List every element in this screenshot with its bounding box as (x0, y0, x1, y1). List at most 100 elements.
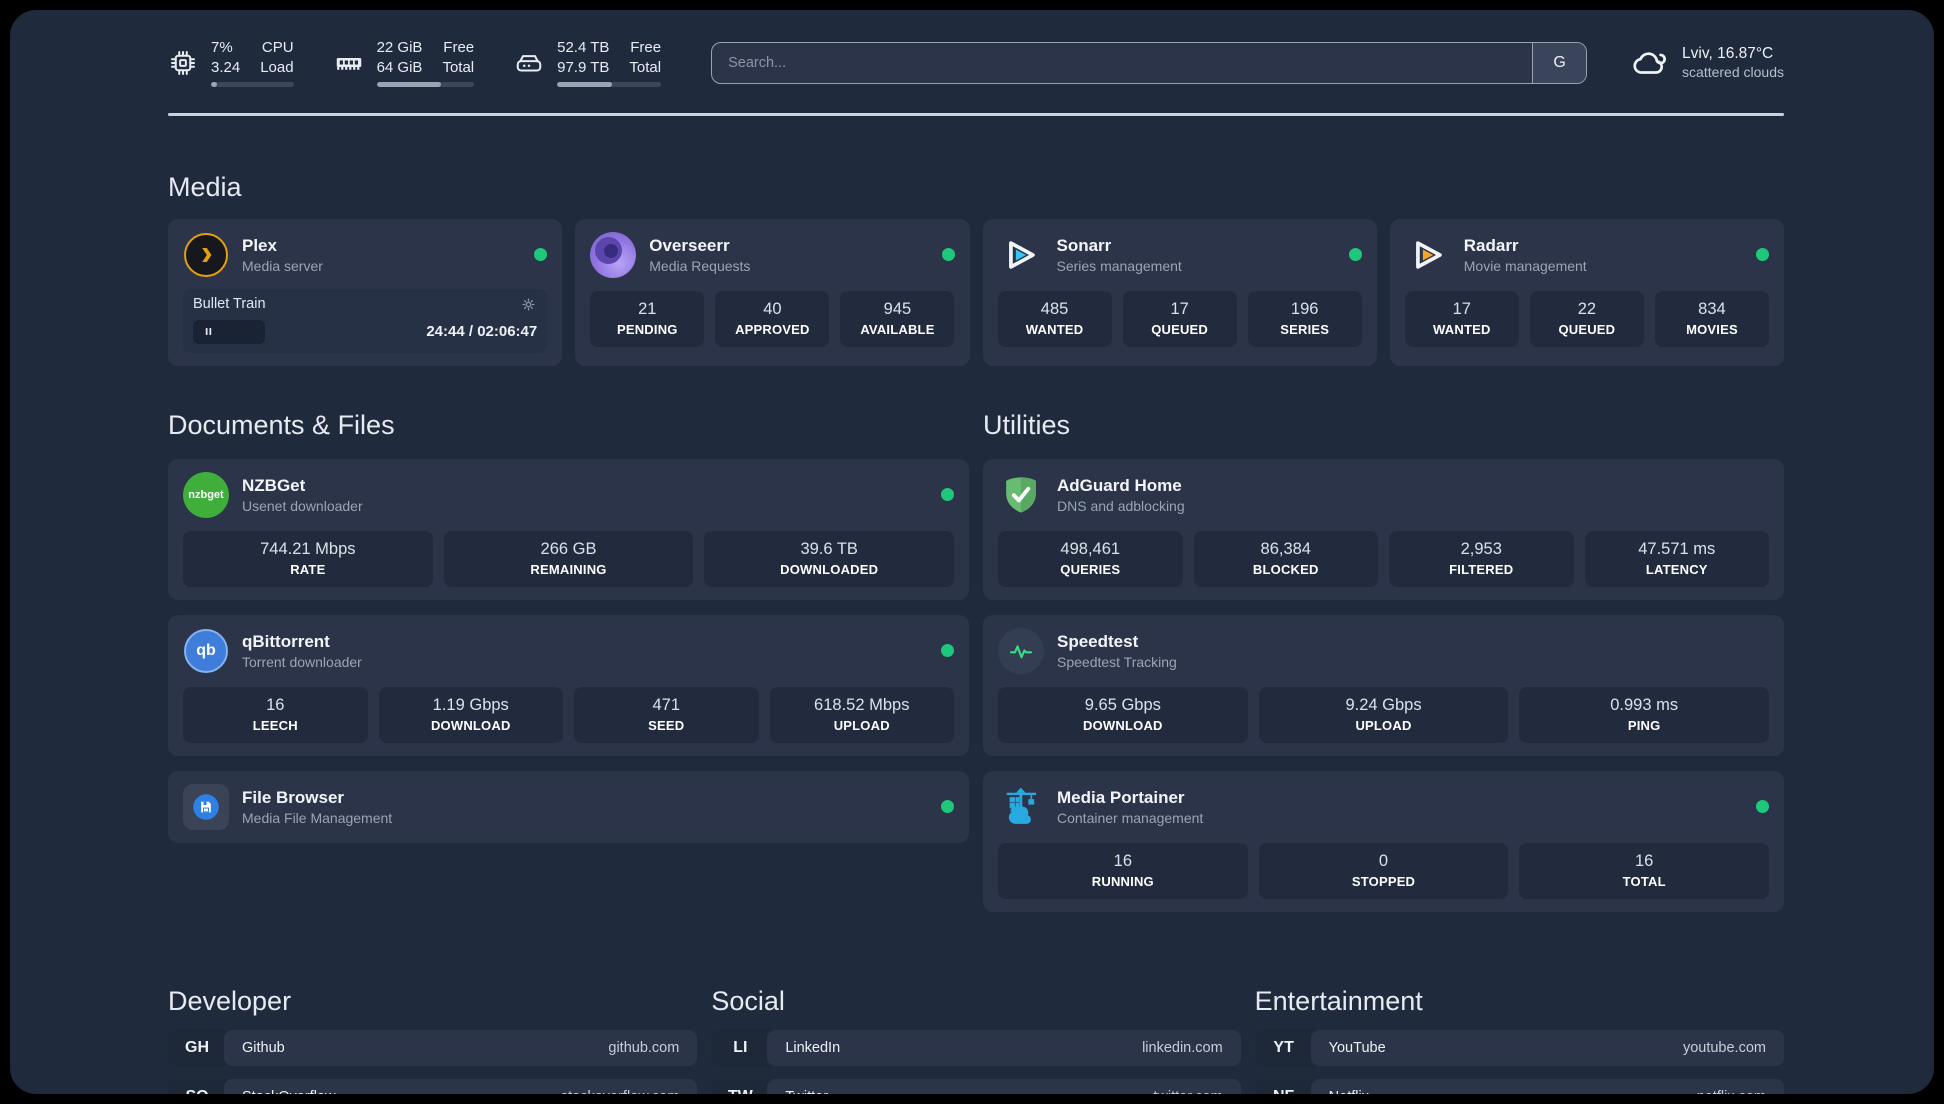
pause-button[interactable] (193, 319, 266, 344)
portainer-card[interactable]: Media Portainer Container management 16 R… (983, 770, 1784, 912)
weather-location-temp: Lviv, 16.87°C (1682, 45, 1774, 62)
status-dot (1756, 800, 1769, 813)
card-title: Speedtest (1057, 631, 1139, 651)
bookmark-netflix[interactable]: NF Netflix netflix.com (1254, 1078, 1784, 1095)
cpu-usage-value: 7% (211, 39, 233, 56)
stat-wanted: 485 WANTED (997, 290, 1112, 347)
sonarr-card[interactable]: Sonarr Series management 485 WANTED 17 QUE… (982, 218, 1377, 366)
disk-label-1: Free (630, 39, 662, 56)
stat-upload: 9.24 Gbps UPLOAD (1258, 686, 1509, 743)
ram-label-2: Total (442, 58, 475, 76)
stat-stopped: 0 STOPPED (1258, 842, 1509, 899)
stat-ping: 0.993 ms PING (1519, 686, 1770, 743)
card-subtitle: Movie management (1463, 257, 1587, 274)
ram-label-1: Free (443, 39, 475, 56)
weather-widget[interactable]: Lviv, 16.87°C scattered clouds (1631, 44, 1784, 82)
status-dot (941, 800, 954, 813)
status-dot (941, 488, 954, 501)
stat-approved: 40 APPROVED (715, 290, 830, 347)
top-bar: 7% 3.24 CPU Load 22 GiB 64 GiB Free Tota… (168, 38, 1784, 87)
status-dot (1348, 248, 1362, 261)
system-stats: 7% 3.24 CPU Load 22 GiB 64 GiB Free Tota… (168, 38, 662, 87)
bookmark-url: netflix.com (1697, 1089, 1766, 1095)
stat-download: 1.19 Gbps DOWNLOAD (378, 686, 563, 743)
bookmark-github[interactable]: GH Github github.com (168, 1029, 698, 1066)
ram-free-value: 22 GiB (376, 39, 423, 56)
radarr-icon (1405, 232, 1451, 278)
stat-queries: 498,461 QUERIES (998, 530, 1183, 587)
card-title: Radarr (1463, 235, 1519, 255)
disk-free-value: 52.4 TB (557, 39, 610, 56)
bookmark-name: StackOverflow (242, 1089, 335, 1095)
entertainment-heading: Entertainment (1254, 985, 1423, 1016)
card-title: File Browser (242, 787, 345, 807)
disk-total-value: 97.9 TB (557, 58, 610, 76)
bookmark-url: twitter.com (1153, 1089, 1222, 1095)
dashboard-page: 7% 3.24 CPU Load 22 GiB 64 GiB Free Tota… (10, 10, 1934, 1094)
disk-progress-bar (557, 82, 662, 87)
speedtest-card[interactable]: Speedtest Speedtest Tracking 9.65 Gbps DO… (983, 614, 1784, 756)
stat-remaining: 266 GB REMAINING (443, 530, 694, 587)
bookmark-youtube[interactable]: YT YouTube youtube.com (1254, 1029, 1784, 1066)
sonarr-icon (998, 232, 1044, 278)
cpu-progress-bar (211, 82, 294, 87)
adguard-home-card[interactable]: AdGuard Home DNS and adblocking 498,461 Q… (983, 458, 1784, 600)
entertainment-bookmark-group: Entertainment YT YouTube youtube.com NF … (1254, 985, 1784, 1095)
media-card-grid: Plex Media server Bullet Train 24:44 / 0… (168, 218, 1784, 366)
status-dot (534, 248, 548, 261)
documents-section-heading: Documents & Files (168, 409, 395, 440)
pause-icon (205, 327, 212, 336)
radarr-card[interactable]: Radarr Movie management 17 WANTED 22 QUEUE… (1389, 218, 1784, 366)
cpu-label-2: Load (260, 58, 294, 76)
utilities-column: Utilities AdGuard Home DNS and adblockin… (983, 410, 1784, 912)
search-input[interactable] (712, 42, 1533, 83)
bookmark-name: Twitter (785, 1089, 828, 1095)
card-subtitle: Speedtest Tracking (1057, 653, 1177, 670)
stat-rate: 744.21 Mbps RATE (183, 530, 433, 587)
file-browser-card[interactable]: File Browser Media File Management (168, 770, 969, 843)
stat-queued: 22 QUEUED (1529, 290, 1644, 347)
plex-icon (183, 232, 229, 278)
bookmark-linkedin[interactable]: LI LinkedIn linkedin.com (711, 1029, 1241, 1066)
now-playing-title: Bullet Train (193, 296, 266, 312)
documents-column: Documents & Files nzbget NZBGet Usenet d… (168, 410, 969, 912)
bookmark-stackoverflow[interactable]: SO StackOverflow stackoverflow.com (168, 1078, 698, 1095)
cpu-load-value: 3.24 (211, 58, 241, 76)
stat-leech: 16 LEECH (183, 686, 368, 743)
stat-pending: 21 PENDING (590, 290, 705, 347)
stat-wanted: 17 WANTED (1404, 290, 1519, 347)
cpu-label-1: CPU (261, 39, 294, 56)
bookmark-twitter[interactable]: TW Twitter twitter.com (711, 1078, 1241, 1095)
qbittorrent-card[interactable]: qb qBittorrent Torrent downloader 16 LEEC… (168, 614, 969, 756)
playback-time: 24:44 / 02:06:47 (426, 323, 538, 340)
stat-running: 16 RUNNING (998, 842, 1248, 899)
plex-card[interactable]: Plex Media server Bullet Train 24:44 / 0… (168, 218, 563, 366)
card-subtitle: Torrent downloader (242, 653, 362, 670)
stat-filtered: 2,953 FILTERED (1389, 530, 1574, 587)
bookmark-url: stackoverflow.com (561, 1089, 679, 1095)
search-provider-button[interactable]: G (1532, 42, 1587, 83)
disk-label-2: Total (629, 58, 662, 76)
card-subtitle: Media Requests (649, 257, 751, 274)
file-browser-icon (183, 783, 229, 830)
card-title: NZBGet (242, 475, 306, 495)
stat-movies: 834 MOVIES (1654, 290, 1769, 347)
bookmark-url: youtube.com (1682, 1039, 1766, 1056)
ram-total-value: 64 GiB (376, 58, 423, 76)
overseerr-card[interactable]: Overseerr Media Requests 21 PENDING 40 APP… (575, 218, 970, 366)
disk-stat: 52.4 TB 97.9 TB Free Total (514, 38, 662, 87)
nzbget-card[interactable]: nzbget NZBGet Usenet downloader 744.21 M… (168, 458, 969, 600)
card-subtitle: Usenet downloader (242, 497, 363, 514)
bookmark-url: github.com (608, 1039, 680, 1056)
bookmark-name: Netflix (1329, 1089, 1369, 1095)
stat-download: 9.65 Gbps DOWNLOAD (998, 686, 1248, 743)
bookmark-name: LinkedIn (785, 1039, 841, 1056)
status-dot (1756, 248, 1769, 261)
stat-blocked: 86,384 BLOCKED (1193, 530, 1378, 587)
player-settings-gear-icon[interactable] (520, 296, 537, 313)
utilities-section-heading: Utilities (983, 409, 1071, 440)
card-subtitle: DNS and adblocking (1057, 497, 1185, 514)
hard-drive-icon (514, 48, 544, 78)
speedtest-pulse-icon (998, 627, 1044, 674)
search-bar: G (711, 41, 1588, 84)
